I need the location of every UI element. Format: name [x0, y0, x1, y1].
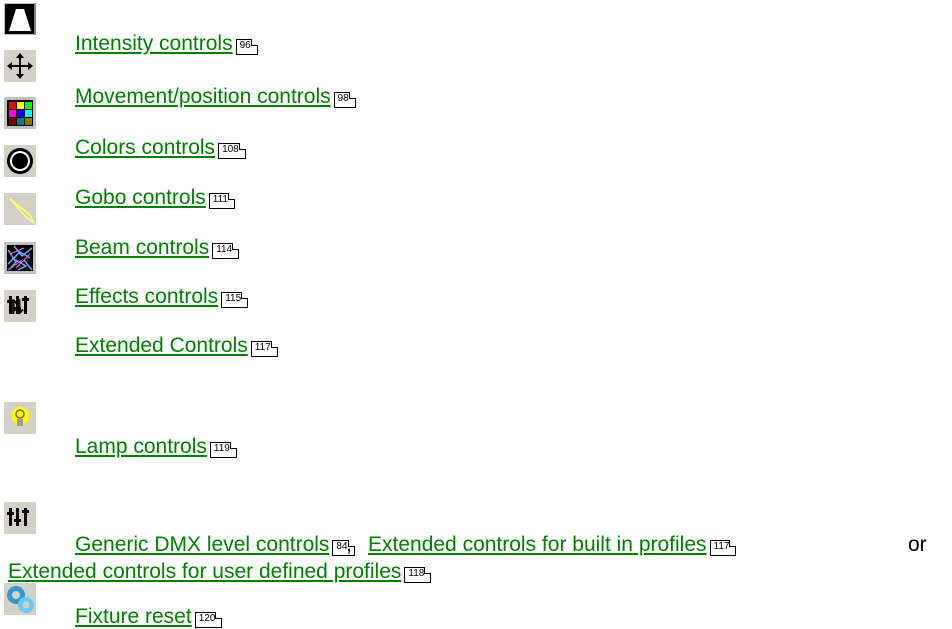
- extended-controls-icon[interactable]: ⇅: [4, 290, 36, 322]
- page-ref[interactable]: 118: [404, 567, 432, 583]
- movement-position-controls-link[interactable]: Movement/position controls 98: [75, 85, 356, 109]
- page-ref[interactable]: 117: [250, 341, 278, 357]
- page-ref[interactable]: 117: [709, 540, 737, 556]
- or-text: or: [908, 533, 927, 556]
- extended-controls-user-defined-link[interactable]: Extended controls for user defined profi…: [8, 560, 432, 584]
- generic-dmx-level-controls-link[interactable]: Generic DMX level controls 84: [75, 533, 355, 557]
- lamp-controls-link[interactable]: Lamp controls 119: [75, 435, 237, 459]
- effects-icon[interactable]: [4, 242, 36, 274]
- fixture-reset-icon[interactable]: [4, 583, 36, 615]
- effects-controls-link[interactable]: Effects controls 115: [75, 285, 249, 309]
- beam-controls-link[interactable]: Beam controls 114: [75, 236, 240, 260]
- page-ref[interactable]: 111: [208, 193, 236, 209]
- lamp-icon[interactable]: [4, 402, 36, 434]
- extended-controls-built-in-link[interactable]: Extended controls for built in profiles 1…: [368, 533, 737, 557]
- page-ref[interactable]: 115: [221, 292, 249, 308]
- separator-comma: ,: [346, 533, 352, 556]
- page-ref[interactable]: 114: [212, 243, 240, 259]
- page-ref[interactable]: 120: [194, 612, 223, 628]
- page-ref[interactable]: 98: [333, 92, 356, 108]
- colors-icon[interactable]: [4, 97, 36, 129]
- movement-icon[interactable]: [4, 50, 36, 82]
- intensity-icon[interactable]: [4, 3, 36, 35]
- fixture-reset-link[interactable]: Fixture reset 120: [75, 605, 223, 629]
- gobo-icon[interactable]: [4, 145, 36, 177]
- extended-controls-link[interactable]: Extended Controls 117: [75, 334, 278, 358]
- beam-icon[interactable]: [4, 193, 36, 225]
- dmx-sliders-icon[interactable]: [4, 502, 36, 534]
- page-ref[interactable]: 108: [218, 143, 246, 159]
- page-ref[interactable]: 119: [209, 442, 237, 458]
- intensity-controls-link[interactable]: Intensity controls 96: [75, 32, 258, 56]
- gobo-controls-link[interactable]: Gobo controls 111: [75, 186, 236, 210]
- page-ref[interactable]: 96: [235, 39, 258, 55]
- colors-controls-link[interactable]: Colors controls 108: [75, 136, 246, 160]
